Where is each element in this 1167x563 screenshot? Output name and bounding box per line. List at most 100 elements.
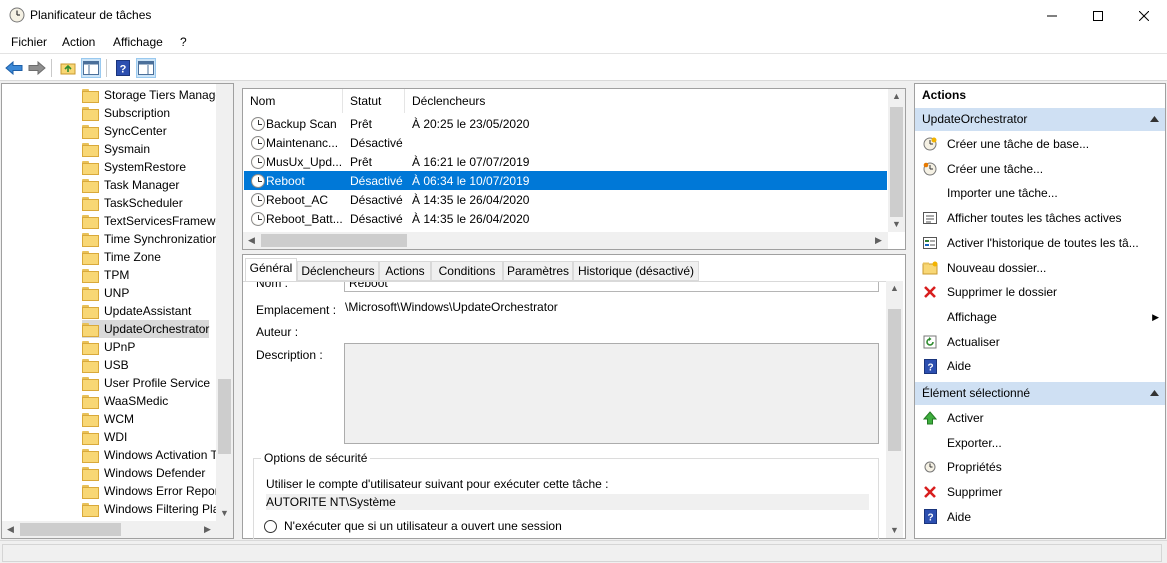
tree-item[interactable]: SyncCenter xyxy=(82,122,167,140)
task-name: Maintenanc... xyxy=(266,136,339,150)
radio-logged-on[interactable] xyxy=(264,520,277,533)
tree-item[interactable]: Task Manager xyxy=(82,176,179,194)
scroll-down-arrow-icon[interactable]: ▼ xyxy=(216,508,233,518)
task-row[interactable]: Maintenanc... Désactivé xyxy=(244,133,887,152)
details-vertical-scrollbar[interactable]: ▲ ▼ xyxy=(886,281,903,538)
tree-item[interactable]: SystemRestore xyxy=(82,158,186,176)
column-header-triggers[interactable]: Déclencheurs xyxy=(405,89,888,113)
tree-item[interactable]: Sysmain xyxy=(82,140,150,158)
actions-header-label: Actions xyxy=(922,88,967,102)
folder-tree-pane[interactable]: Storage Tiers Manage Subscription SyncCent… xyxy=(1,83,234,539)
scroll-up-arrow-icon[interactable]: ▲ xyxy=(888,91,905,101)
action-aide[interactable]: ? Aide xyxy=(915,505,1165,529)
menu-action[interactable]: Action xyxy=(62,35,95,49)
folder-icon xyxy=(82,485,99,499)
tab-history[interactable]: Historique (désactivé) xyxy=(573,261,699,281)
tree-item[interactable]: Windows Filtering Pla xyxy=(82,500,219,518)
tree-item[interactable]: UNP xyxy=(82,284,129,302)
scroll-right-arrow-icon[interactable]: ▶ xyxy=(199,524,216,535)
tree-item[interactable]: UpdateOrchestrator xyxy=(82,320,210,338)
tree-scroll-thumb[interactable] xyxy=(218,379,231,454)
action-activer[interactable]: Activer xyxy=(915,406,1165,430)
action-exporter[interactable]: Exporter... xyxy=(915,431,1165,455)
show-hide-action-pane-button[interactable] xyxy=(136,58,156,78)
action-supprimer-le-dossier[interactable]: Supprimer le dossier xyxy=(915,280,1165,304)
action-affichage[interactable]: Affichage ▶ xyxy=(915,305,1165,329)
scroll-right-arrow-icon[interactable]: ▶ xyxy=(870,235,887,246)
menu-fichier[interactable]: Fichier xyxy=(11,35,47,49)
tree-item[interactable]: Time Synchronizatior xyxy=(82,230,216,248)
task-row[interactable]: MusUx_Upd... Prêt À 16:21 le 07/07/2019 xyxy=(244,152,887,171)
tasklist-horizontal-scrollbar[interactable]: ◀ ▶ xyxy=(243,232,888,249)
back-button[interactable] xyxy=(4,58,24,78)
task-row[interactable]: Reboot_Batt... Désactivé À 14:35 le 26/04/… xyxy=(244,209,887,228)
action-nouveau-dossier[interactable]: Nouveau dossier... xyxy=(915,256,1165,280)
action-supprimer[interactable]: Supprimer xyxy=(915,480,1165,504)
tree-horizontal-scrollbar[interactable]: ◀ ▶ xyxy=(2,521,233,538)
task-row[interactable]: Reboot_AC Désactivé À 14:35 le 26/04/2020 xyxy=(244,190,887,209)
tree-item[interactable]: User Profile Service xyxy=(82,374,210,392)
tree-item[interactable]: UPnP xyxy=(82,338,135,356)
forward-button[interactable] xyxy=(27,58,47,78)
minimize-button[interactable] xyxy=(1029,0,1075,31)
task-row[interactable]: Reboot Désactivé À 06:34 le 10/07/2019 xyxy=(244,171,887,190)
tree-item[interactable]: TaskScheduler xyxy=(82,194,183,212)
section-selected-item[interactable]: Élément sélectionné xyxy=(915,382,1165,405)
action-cr-er-une-t-che[interactable]: Créer une tâche... xyxy=(915,157,1165,181)
action-propri-t-s[interactable]: Propriétés xyxy=(915,455,1165,479)
scroll-left-arrow-icon[interactable]: ◀ xyxy=(2,524,19,535)
menu-help[interactable]: ? xyxy=(180,35,187,49)
action-importer-une-t-che[interactable]: Importer une tâche... xyxy=(915,181,1165,205)
tree-item[interactable]: WaaSMedic xyxy=(82,392,168,410)
delete-icon xyxy=(922,284,938,300)
tab-conditions[interactable]: Conditions xyxy=(431,261,503,281)
scroll-down-arrow-icon[interactable]: ▼ xyxy=(888,219,905,229)
column-header-status[interactable]: Statut xyxy=(343,89,405,113)
show-hide-tree-button[interactable] xyxy=(81,58,101,78)
tree-item[interactable]: UpdateAssistant xyxy=(82,302,191,320)
tree-item[interactable]: Windows Activation T xyxy=(82,446,218,464)
tab-general[interactable]: Général xyxy=(245,258,297,282)
description-field[interactable] xyxy=(344,343,879,444)
tab-actions[interactable]: Actions xyxy=(379,261,431,281)
name-field[interactable]: Reboot xyxy=(344,282,879,292)
details-scroll-thumb[interactable] xyxy=(888,309,901,451)
task-list-pane[interactable]: Nom Statut Déclencheurs Backup Scan Prêt À… xyxy=(242,88,906,250)
tree-item[interactable]: Windows Error Repor xyxy=(82,482,219,500)
tasklist-scroll-thumb[interactable] xyxy=(890,107,903,217)
scroll-up-arrow-icon[interactable]: ▲ xyxy=(886,283,903,293)
run-as-label: Utiliser le compte d'utilisateur suivant… xyxy=(266,477,609,491)
up-folder-button[interactable] xyxy=(58,58,78,78)
scroll-left-arrow-icon[interactable]: ◀ xyxy=(243,235,260,246)
tab-triggers[interactable]: Déclencheurs xyxy=(297,261,379,281)
tab-settings[interactable]: Paramètres xyxy=(503,261,573,281)
tree-item[interactable]: Subscription xyxy=(82,104,170,122)
action-cr-er-une-t-che-de-base[interactable]: Créer une tâche de base... xyxy=(915,132,1165,156)
tree-item[interactable]: WCM xyxy=(82,410,134,428)
tree-item[interactable]: TextServicesFramewo xyxy=(82,212,222,230)
action-afficher-toutes-les-t-ches-actives[interactable]: Afficher toutes les tâches actives xyxy=(915,206,1165,230)
menu-affichage[interactable]: Affichage xyxy=(113,35,163,49)
tree-item[interactable]: USB xyxy=(82,356,129,374)
tree-item[interactable]: WDI xyxy=(82,428,127,446)
action-activer-l-historique-de-toutes-les-t[interactable]: Activer l'historique de toutes les tâ... xyxy=(915,231,1165,255)
tree-item[interactable]: Windows Defender xyxy=(82,464,205,482)
tree-item[interactable]: Storage Tiers Manage xyxy=(82,86,222,104)
tree-item-label: Windows Error Repor xyxy=(104,484,219,498)
task-row[interactable]: Backup Scan Prêt À 20:25 le 23/05/2020 xyxy=(244,114,887,133)
action-actualiser[interactable]: Actualiser xyxy=(915,330,1165,354)
tree-item[interactable]: Time Zone xyxy=(82,248,161,266)
maximize-button[interactable] xyxy=(1075,0,1121,31)
column-header-name[interactable]: Nom xyxy=(243,89,343,113)
close-button[interactable] xyxy=(1121,0,1167,31)
tree-hscroll-thumb[interactable] xyxy=(20,523,121,536)
section-update-orchestrator[interactable]: UpdateOrchestrator xyxy=(915,108,1165,131)
tree-vertical-scrollbar[interactable]: ▼ xyxy=(216,84,233,521)
tasklist-hscroll-thumb[interactable] xyxy=(261,234,407,247)
location-label: Emplacement : xyxy=(256,303,337,317)
tasklist-vertical-scrollbar[interactable]: ▲ ▼ xyxy=(888,89,905,232)
tree-item[interactable]: TPM xyxy=(82,266,129,284)
action-aide[interactable]: ? Aide xyxy=(915,354,1165,378)
scroll-down-arrow-icon[interactable]: ▼ xyxy=(886,525,903,535)
help-button[interactable]: ? xyxy=(113,58,133,78)
